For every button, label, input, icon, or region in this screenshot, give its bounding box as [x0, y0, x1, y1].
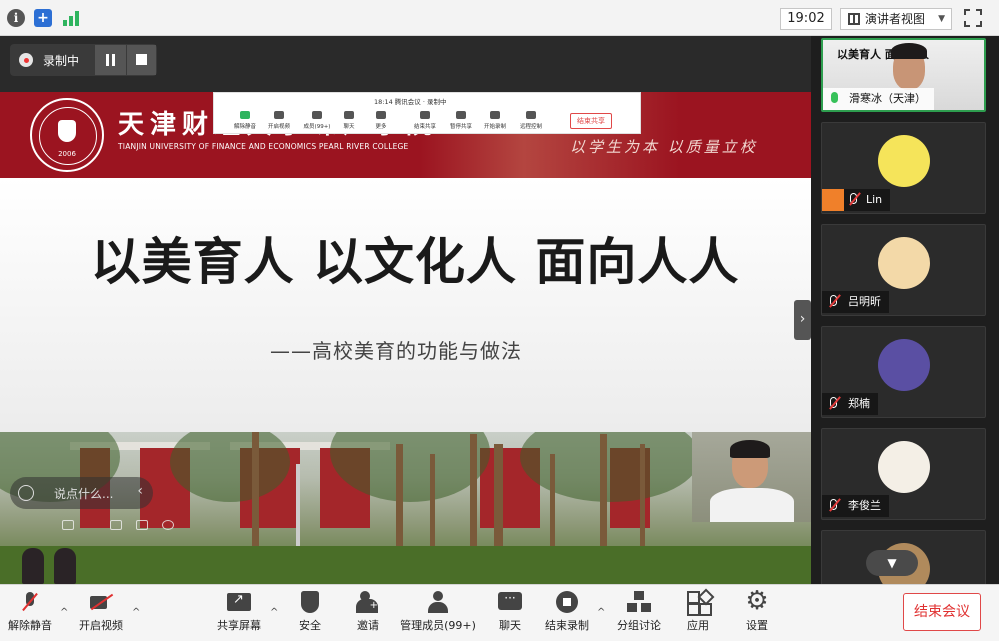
info-icon[interactable]: i — [7, 9, 25, 27]
participant-name: Lin — [866, 193, 883, 206]
add-user-icon — [356, 591, 380, 613]
cloud-record-icon — [19, 53, 33, 67]
members-icon — [426, 591, 450, 613]
network-signal-icon[interactable] — [62, 9, 80, 27]
overlay-mini-icons — [62, 518, 182, 534]
participant-panel: 以美育人 面向人人 滑寒冰（天津） Lin 吕明昕 郑楠 李俊兰 — [811, 36, 999, 584]
invite-button[interactable]: 邀请 — [348, 591, 388, 633]
chevron-left-icon[interactable]: ‹ — [137, 483, 143, 499]
stop-record-icon — [555, 591, 579, 613]
slide-body: 以美育人 以文化人 面向人人 ——高校美育的功能与做法 — [0, 178, 811, 432]
audio-options-caret[interactable]: ^ — [60, 607, 68, 618]
slide-title: 以美育人 以文化人 面向人人 — [90, 233, 740, 291]
fullscreen-icon[interactable] — [964, 9, 982, 27]
settings-button[interactable]: 设置 — [736, 586, 778, 633]
shared-screen: 录制中 2006 天津财经大学珠江学院 TIANJIN UNIVERSITY O… — [0, 36, 811, 584]
security-shield-icon[interactable] — [34, 9, 52, 27]
breakout-rooms-icon — [627, 591, 651, 613]
mic-muted-icon — [18, 591, 42, 613]
stop-recording-button[interactable] — [127, 45, 156, 75]
video-options-caret[interactable]: ^ — [132, 607, 140, 618]
captured-toolbar-item: 聊天 — [334, 111, 364, 130]
chat-placeholder: 说点什么... — [54, 487, 114, 501]
participant-tile[interactable]: 吕明昕 — [821, 224, 986, 316]
participant-name: 李俊兰 — [848, 499, 881, 512]
captured-toolbar-item: 开启视频 — [264, 111, 294, 130]
presentation-slide: 2006 天津财经大学珠江学院 TIANJIN UNIVERSITY OF FI… — [0, 92, 811, 584]
school-name-en: TIANJIN UNIVERSITY OF FINANCE AND ECONOM… — [118, 142, 409, 151]
mic-muted-icon — [850, 193, 857, 204]
view-mode-dropdown[interactable]: 演讲者视图 ▼ — [840, 8, 952, 30]
captured-toolbar-item: 开始录制 — [480, 111, 510, 130]
breakout-rooms-button[interactable]: 分组讨论 — [612, 591, 666, 633]
avatar — [878, 339, 930, 391]
captured-end-share-button: 结束共享 — [570, 113, 612, 129]
gear-icon — [745, 586, 769, 616]
avatar — [878, 441, 930, 493]
recording-options-caret[interactable]: ^ — [597, 607, 605, 618]
participant-name-tag: 滑寒冰（天津） — [823, 88, 934, 110]
captured-toolbar-status: 18:14 腾讯会议 · 录制中 — [374, 98, 447, 106]
captured-toolbar-item: 结束共享 — [410, 111, 440, 130]
captured-toolbar-item: 成员(99+) — [302, 111, 332, 130]
slide-subtitle: ——高校美育的功能与做法 — [270, 339, 522, 363]
captured-toolbar-item: 暂停共享 — [446, 111, 476, 130]
collapse-panel-button[interactable]: › — [794, 300, 811, 340]
speaker-view-icon — [848, 13, 860, 25]
mic-on-icon — [831, 92, 838, 103]
end-recording-button[interactable]: 结束录制 — [540, 591, 594, 633]
participant-name-tag: 郑楠 — [822, 393, 878, 415]
scroll-down-button[interactable]: ▼ — [866, 550, 918, 576]
school-emblem-logo: 2006 — [30, 98, 104, 172]
user-icon — [822, 189, 844, 211]
chevron-down-icon: ▼ — [938, 14, 945, 24]
avatar — [878, 135, 930, 187]
meeting-clock: 19:02 — [780, 8, 832, 30]
chat-input-bubble[interactable]: 说点什么... ‹ — [10, 477, 153, 509]
participant-tile[interactable]: 郑楠 — [821, 326, 986, 418]
security-button[interactable]: 安全 — [290, 591, 330, 633]
mic-muted-icon — [830, 295, 837, 306]
participant-name-tag: Lin — [822, 189, 891, 211]
apps-icon — [686, 591, 710, 613]
share-screen-button[interactable]: 共享屏幕 — [212, 591, 266, 633]
start-video-button[interactable]: 开启视频 — [74, 591, 128, 633]
recording-label: 录制中 — [43, 54, 80, 68]
participant-name: 郑楠 — [848, 397, 870, 410]
recording-indicator: 录制中 — [10, 44, 157, 76]
manage-members-button[interactable]: 管理成员(99+) — [398, 591, 478, 633]
captured-toolbar-item: 解除静音 — [230, 111, 260, 130]
emblem-year: 2006 — [58, 150, 76, 158]
school-motto: 以学生为本 以质量立校 — [570, 138, 758, 156]
participant-name-tag: 吕明昕 — [822, 291, 889, 313]
participant-tile-video[interactable]: 以美育人 面向人人 滑寒冰（天津） — [821, 38, 986, 112]
participant-tile[interactable]: Lin — [821, 122, 986, 214]
avatar — [878, 237, 930, 289]
end-meeting-button[interactable]: 结束会议 — [903, 593, 981, 631]
unmute-button[interactable]: 解除静音 — [4, 591, 56, 633]
bottom-toolbar: 解除静音 ^ 开启视频 ^ 共享屏幕 ^ 安全 邀请 管理成员(99+) 聊天 … — [0, 584, 999, 641]
chat-icon — [498, 591, 522, 613]
captured-toolbar-item: 远程控制 — [516, 111, 546, 130]
mic-muted-icon — [830, 499, 837, 510]
camera-off-icon — [89, 591, 113, 613]
pause-recording-button[interactable] — [95, 45, 126, 75]
shield-icon — [298, 591, 322, 613]
participant-name: 滑寒冰（天津） — [849, 92, 926, 105]
share-options-caret[interactable]: ^ — [270, 607, 278, 618]
captured-meeting-toolbar: 18:14 腾讯会议 · 录制中 解除静音 开启视频 成员(99+) 聊天 更多… — [213, 92, 641, 134]
participant-name: 吕明昕 — [848, 295, 881, 308]
mic-muted-icon — [830, 397, 837, 408]
captured-toolbar-item: 更多 — [366, 111, 396, 130]
view-mode-label: 演讲者视图 — [865, 12, 926, 26]
top-bar: i 19:02 演讲者视图 ▼ — [0, 0, 999, 36]
participant-name-tag: 李俊兰 — [822, 495, 889, 517]
participant-tile[interactable]: 李俊兰 — [821, 428, 986, 520]
chat-button[interactable]: 聊天 — [490, 591, 530, 633]
share-screen-icon — [227, 591, 251, 613]
emoji-icon[interactable] — [18, 485, 34, 501]
presenter-camera-overlay — [692, 432, 811, 522]
apps-button[interactable]: 应用 — [678, 591, 718, 633]
